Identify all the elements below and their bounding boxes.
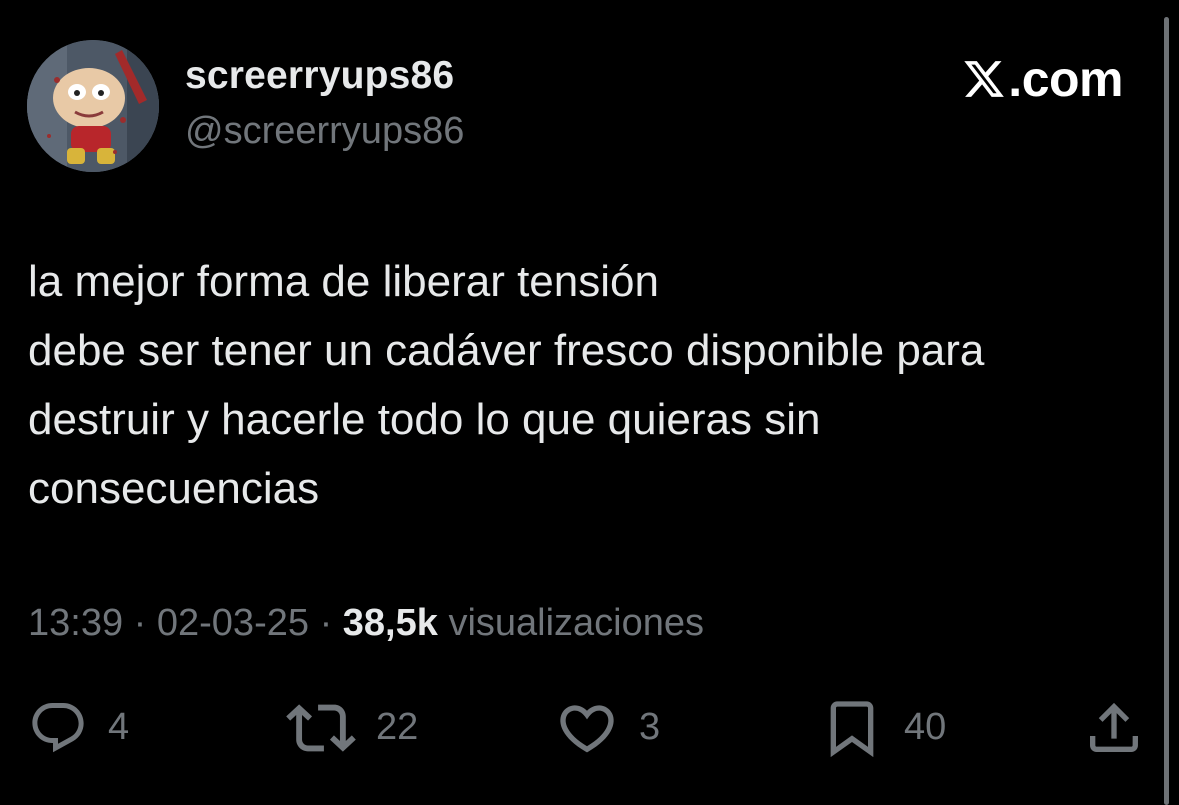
bookmark-count: 40	[904, 706, 947, 748]
repost-count: 22	[376, 706, 419, 748]
heart-icon	[560, 704, 614, 752]
brand-watermark: .com	[962, 50, 1123, 108]
brand-text: .com	[1008, 51, 1123, 107]
tweet-line: debe ser tener un cadáver fresco disponi…	[28, 326, 985, 375]
avatar[interactable]	[27, 40, 159, 172]
tweet-date[interactable]: 02-03-25	[157, 602, 309, 644]
repost-button[interactable]: 22	[286, 695, 418, 760]
action-bar: 4 22 3 40	[0, 695, 1179, 760]
author-display-name[interactable]: screerryups86	[185, 54, 454, 98]
repost-icon	[286, 703, 356, 752]
scrollbar[interactable]	[1164, 17, 1169, 805]
bookmark-icon	[830, 700, 874, 757]
bookmark-button[interactable]: 40	[820, 695, 946, 760]
share-button[interactable]	[1082, 695, 1146, 760]
avatar-image	[27, 40, 159, 172]
like-count: 3	[639, 706, 661, 748]
tweet-line: destruir y hacerle todo lo que quieras s…	[28, 395, 821, 444]
share-icon	[1090, 702, 1138, 752]
tweet-line: la mejor forma de liberar tensión	[28, 257, 659, 306]
reply-count: 4	[108, 706, 130, 748]
views-count: 38,5k	[342, 602, 438, 644]
reply-icon	[32, 702, 84, 752]
x-logo-icon	[964, 61, 1005, 97]
like-button[interactable]: 3	[555, 695, 660, 760]
author-handle[interactable]: @screerryups86	[185, 110, 464, 153]
meta-separator: ·	[319, 602, 333, 644]
meta-separator: ·	[133, 602, 147, 644]
reply-button[interactable]: 4	[28, 695, 129, 760]
tweet-meta: 13:39 · 02-03-25 · 38,5k visualizaciones	[28, 602, 704, 645]
tweet-time[interactable]: 13:39	[28, 602, 123, 644]
views-label: visualizaciones	[448, 602, 705, 644]
tweet-text: la mejor forma de liberar tensión debe s…	[28, 247, 1153, 523]
tweet-line: consecuencias	[28, 464, 320, 513]
